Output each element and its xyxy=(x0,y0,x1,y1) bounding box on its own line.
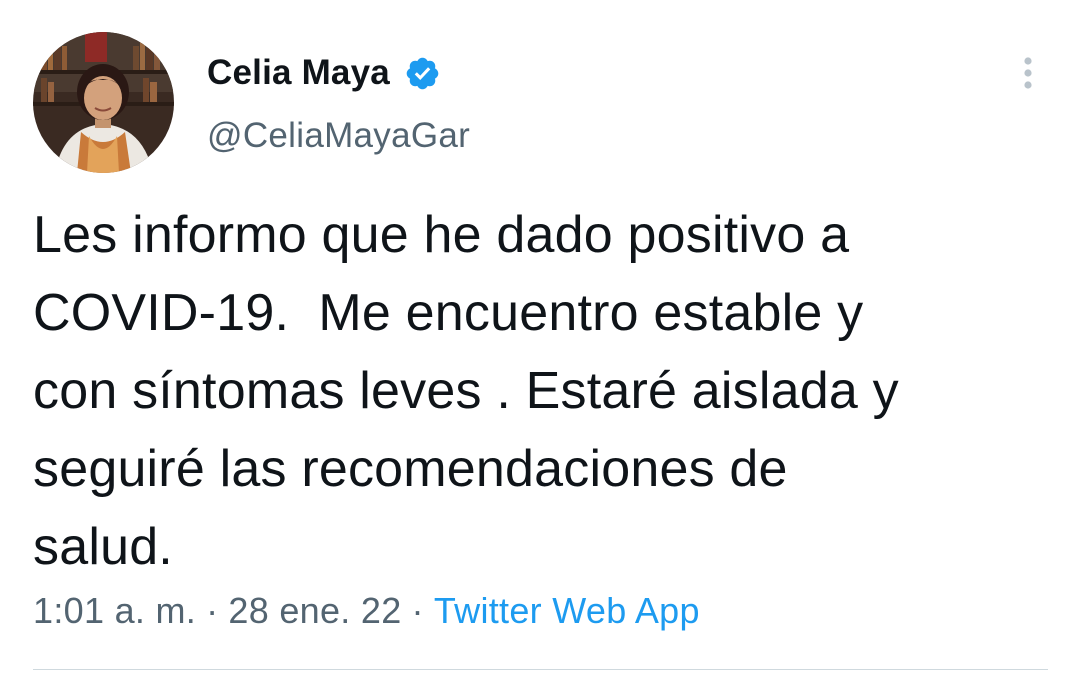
tweet-time[interactable]: 1:01 a. m. xyxy=(33,590,196,631)
author-name-row: Celia Maya xyxy=(207,50,470,96)
user-handle[interactable]: @CeliaMayaGar xyxy=(207,116,470,156)
verified-badge-icon xyxy=(404,55,441,92)
avatar[interactable] xyxy=(33,32,174,173)
author-block: Celia Maya @CeliaMayaGar xyxy=(207,50,470,156)
tweet-source-link[interactable]: Twitter Web App xyxy=(434,590,700,631)
meta-separator: · xyxy=(206,590,219,631)
tweet-metadata: 1:01 a. m. · 28 ene. 22 · Twitter Web App xyxy=(33,590,700,632)
more-options-icon[interactable] xyxy=(1013,56,1043,92)
tweet: Celia Maya @CeliaMayaGar Les informo que… xyxy=(0,0,1080,674)
display-name[interactable]: Celia Maya xyxy=(207,53,390,93)
divider xyxy=(33,669,1048,670)
tweet-text: Les informo que he dado positivo a COVID… xyxy=(33,206,899,576)
tweet-date[interactable]: 28 ene. 22 xyxy=(228,590,401,631)
meta-separator: · xyxy=(411,590,424,631)
